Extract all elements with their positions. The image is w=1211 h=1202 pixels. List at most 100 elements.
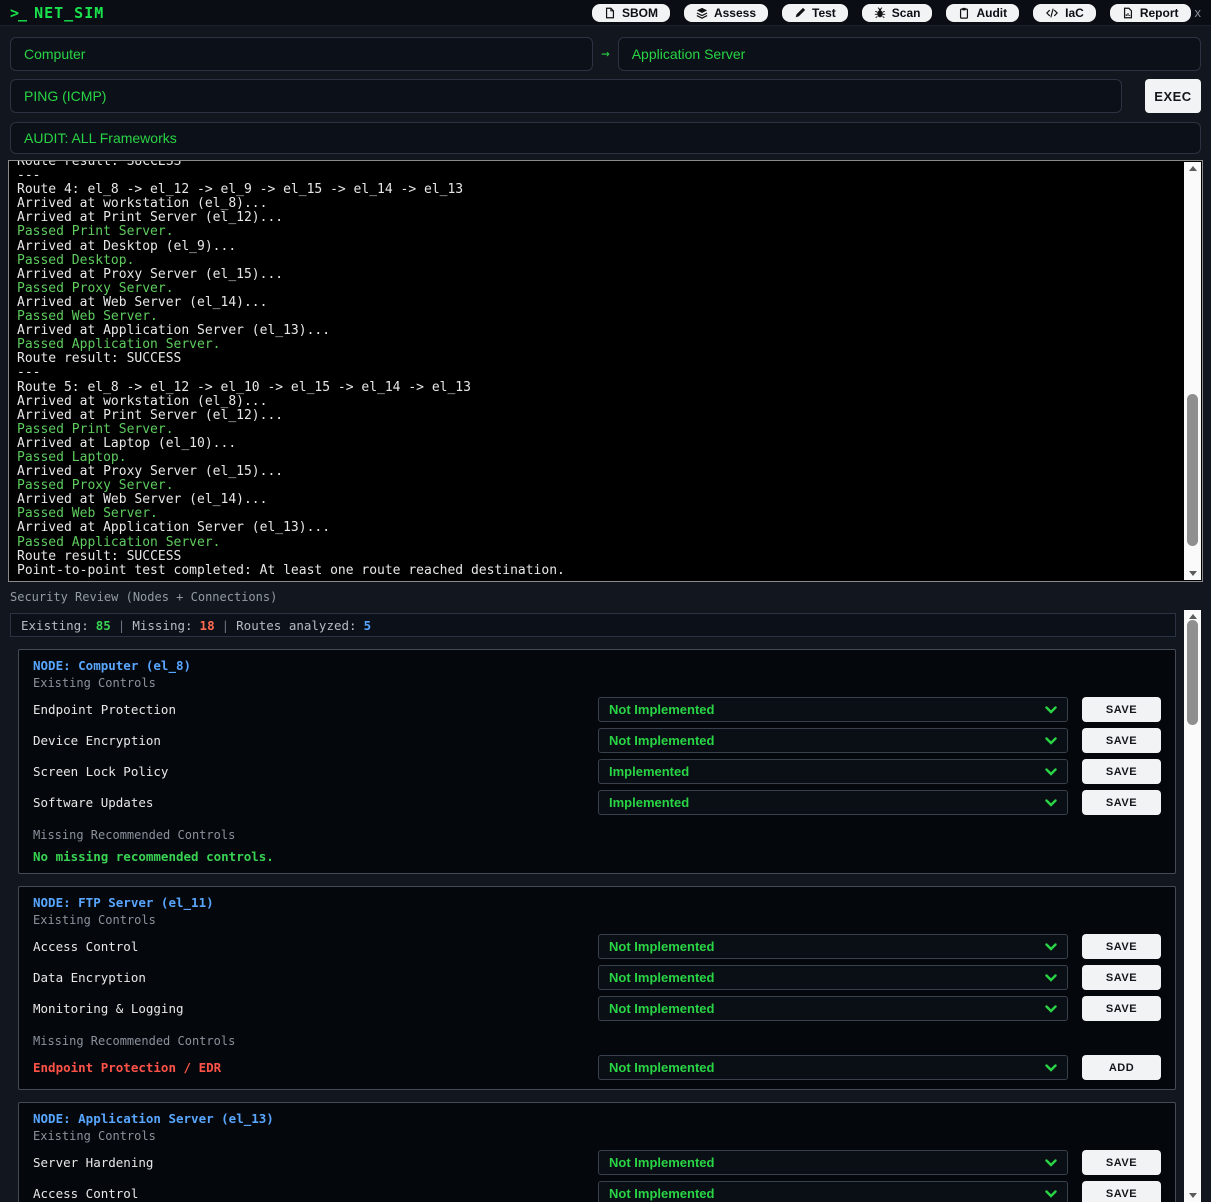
control-row: Device Encryption Not Implemented SAVE — [33, 728, 1161, 753]
review-scrollbar-thumb[interactable] — [1187, 620, 1198, 725]
terminal-line: Passed Print Server. — [17, 225, 1194, 239]
control-status-select[interactable]: Not Implemented — [598, 1150, 1068, 1175]
security-review-title: Security Review (Nodes + Connections) — [10, 590, 1201, 604]
terminal-line: Passed Web Server. — [17, 310, 1194, 324]
flow-arrow-icon: → — [601, 46, 609, 62]
node-cards: NODE: Computer (el_8) Existing Controls … — [8, 649, 1203, 1202]
missing-controls-note: No missing recommended controls. — [33, 849, 1161, 864]
bug-icon — [874, 7, 886, 19]
scroll-up-icon[interactable] — [1189, 166, 1197, 171]
routes-label: Routes analyzed: — [236, 618, 356, 633]
existing-controls-heading: Existing Controls — [33, 676, 1161, 691]
existing-controls-list: Server Hardening Not Implemented SAVE Ac… — [33, 1150, 1161, 1202]
node-card-title: NODE: Computer (el_8) — [33, 658, 1161, 673]
control-status-select[interactable]: Not Implemented — [598, 965, 1068, 990]
terminal-line: Passed Web Server. — [17, 507, 1194, 521]
save-button[interactable]: SAVE — [1082, 728, 1161, 753]
audit-framework-select[interactable]: AUDIT: ALL Frameworks — [10, 122, 1201, 154]
control-status-select[interactable]: Implemented — [598, 790, 1068, 815]
code-icon — [1045, 7, 1059, 19]
toolbar-button-label: Scan — [892, 6, 921, 20]
security-review-panel[interactable]: Existing: 85 | Missing: 18 | Routes anal… — [8, 610, 1203, 1202]
source-node-select[interactable]: Computer — [10, 37, 593, 71]
action-row: PING (ICMP) EXEC — [10, 79, 1201, 113]
terminal-line: Passed Application Server. — [17, 536, 1194, 550]
control-row: Software Updates Implemented SAVE — [33, 790, 1161, 815]
toolbar-button-label: Audit — [976, 6, 1007, 20]
terminal-line: Arrived at workstation (el_8)... — [17, 197, 1194, 211]
control-status-select[interactable]: Not Implemented — [598, 1181, 1068, 1202]
control-label: Access Control — [33, 1186, 598, 1201]
save-button[interactable]: SAVE — [1082, 1181, 1161, 1202]
stat-separator: | — [222, 618, 230, 633]
action-select[interactable]: PING (ICMP) — [10, 79, 1122, 113]
add-button[interactable]: ADD — [1082, 1055, 1161, 1080]
chevron-down-icon — [1045, 974, 1057, 982]
save-button[interactable]: SAVE — [1082, 697, 1161, 722]
control-status-select[interactable]: Not Implemented — [598, 934, 1068, 959]
control-status-select[interactable]: Not Implemented — [598, 996, 1068, 1021]
node-card: NODE: Computer (el_8) Existing Controls … — [18, 649, 1176, 874]
terminal-line: Arrived at Proxy Server (el_15)... — [17, 268, 1194, 282]
save-button[interactable]: SAVE — [1082, 1150, 1161, 1175]
control-status-select[interactable]: Not Implemented — [598, 697, 1068, 722]
chevron-down-icon — [1045, 1190, 1057, 1198]
terminal-line: Passed Print Server. — [17, 423, 1194, 437]
scroll-up-icon[interactable] — [1189, 614, 1197, 619]
control-status-value: Implemented — [609, 795, 1045, 810]
terminal-line: Route result: SUCCESS — [17, 550, 1194, 564]
node-card: NODE: Application Server (el_13) Existin… — [18, 1102, 1176, 1202]
toolbar-button-scan[interactable]: Scan — [862, 4, 933, 22]
toolbar-button-iac[interactable]: IaC — [1033, 4, 1096, 22]
control-status-value: Not Implemented — [609, 970, 1045, 985]
terminal-line: Route 5: el_8 -> el_12 -> el_10 -> el_15… — [17, 381, 1194, 395]
toolbar-button-report[interactable]: Report — [1110, 4, 1191, 22]
scroll-down-icon[interactable] — [1189, 571, 1197, 576]
toolbar-button-assess[interactable]: Assess — [684, 4, 768, 22]
node-card: NODE: FTP Server (el_11) Existing Contro… — [18, 886, 1176, 1090]
existing-controls-heading: Existing Controls — [33, 913, 1161, 928]
save-button[interactable]: SAVE — [1082, 965, 1161, 990]
scroll-down-icon[interactable] — [1189, 1193, 1197, 1198]
toolbar-button-label: IaC — [1065, 6, 1084, 20]
control-label: Device Encryption — [33, 733, 598, 748]
toolbar-button-label: Test — [812, 6, 836, 20]
exec-button[interactable]: EXEC — [1145, 79, 1201, 113]
chevron-down-icon — [1045, 1005, 1057, 1013]
terminal-scrollbar[interactable] — [1184, 162, 1201, 580]
clipboard-icon — [958, 7, 970, 19]
control-status-value: Not Implemented — [609, 939, 1045, 954]
control-status-value: Not Implemented — [609, 1186, 1045, 1201]
terminal-line: Arrived at Laptop (el_10)... — [17, 437, 1194, 451]
control-row: Endpoint Protection / EDR Not Implemente… — [33, 1055, 1161, 1080]
terminal-line: Passed Laptop. — [17, 451, 1194, 465]
node-card-title: NODE: FTP Server (el_11) — [33, 895, 1161, 910]
toolbar-button-audit[interactable]: Audit — [946, 4, 1019, 22]
control-status-select[interactable]: Not Implemented — [598, 1055, 1068, 1080]
file-icon — [604, 7, 616, 19]
control-status-value: Implemented — [609, 764, 1045, 779]
terminal-scrollbar-thumb[interactable] — [1187, 394, 1198, 546]
control-row: Data Encryption Not Implemented SAVE — [33, 965, 1161, 990]
top-bar: >_ NET_SIM SBOM Assess Test Scan Audit I… — [0, 0, 1211, 26]
terminal-output[interactable]: Route result: SUCCESS---Route 4: el_8 ->… — [8, 160, 1203, 582]
toolbar-button-label: Report — [1140, 6, 1179, 20]
save-button[interactable]: SAVE — [1082, 996, 1161, 1021]
existing-controls-heading: Existing Controls — [33, 1129, 1161, 1144]
control-status-select[interactable]: Not Implemented — [598, 728, 1068, 753]
missing-count: 18 — [200, 618, 215, 633]
save-button[interactable]: SAVE — [1082, 790, 1161, 815]
close-icon[interactable]: x — [1195, 5, 1202, 20]
routes-count: 5 — [364, 618, 372, 633]
toolbar-button-sbom[interactable]: SBOM — [592, 4, 670, 22]
control-status-select[interactable]: Implemented — [598, 759, 1068, 784]
control-status-value: Not Implemented — [609, 1001, 1045, 1016]
save-button[interactable]: SAVE — [1082, 759, 1161, 784]
save-button[interactable]: SAVE — [1082, 934, 1161, 959]
target-node-select[interactable]: Application Server — [618, 37, 1201, 71]
chevron-down-icon — [1045, 737, 1057, 745]
review-scrollbar[interactable] — [1184, 610, 1201, 1202]
toolbar-button-test[interactable]: Test — [782, 4, 848, 22]
toolbar: SBOM Assess Test Scan Audit IaC Report — [592, 4, 1191, 22]
existing-count: 85 — [96, 618, 111, 633]
